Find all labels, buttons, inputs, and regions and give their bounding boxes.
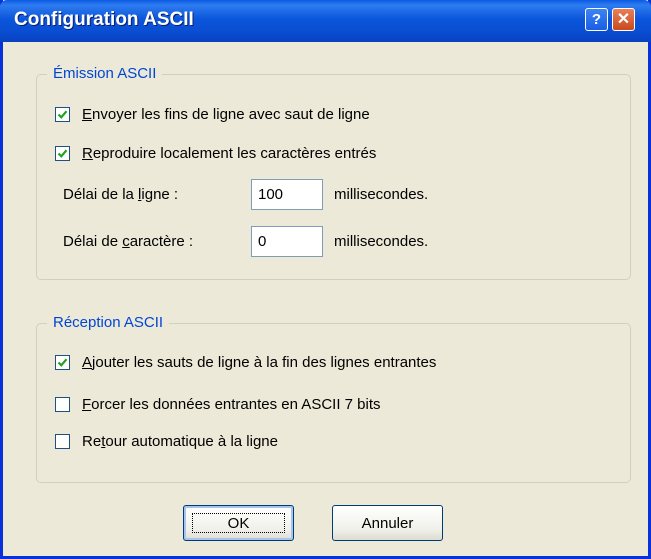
append-line-feeds-checkbox[interactable] — [55, 355, 70, 370]
char-delay-label: Délai de caractère : — [63, 233, 194, 250]
wrap-lines-option[interactable]: Retour automatique à la ligne — [55, 433, 278, 450]
focus-ring — [192, 513, 285, 533]
force-7bit-checkbox[interactable] — [55, 397, 70, 412]
window-title: Configuration ASCII — [14, 9, 194, 30]
force-7bit-label: Forcer les données entrantes en ASCII 7 … — [82, 396, 381, 413]
wrap-lines-label: Retour automatique à la ligne — [82, 433, 278, 450]
send-line-ends-checkbox[interactable] — [55, 107, 70, 122]
cancel-button[interactable]: Annuler — [332, 505, 443, 541]
local-echo-checkbox[interactable] — [55, 146, 70, 161]
ok-button[interactable]: OK — [183, 505, 294, 541]
help-button[interactable]: ? — [585, 8, 608, 31]
cancel-button-label: Annuler — [361, 514, 414, 532]
emission-group-legend: Émission ASCII — [47, 65, 163, 82]
append-line-feeds-option[interactable]: Ajouter les sauts de ligne à la fin des … — [55, 354, 436, 371]
close-icon: ✕ — [616, 11, 631, 28]
local-echo-label: Reproduire localement les caractères ent… — [82, 145, 377, 162]
line-delay-label: Délai de la ligne : — [63, 186, 179, 203]
check-mark-icon — [57, 358, 68, 367]
reception-group-legend: Réception ASCII — [47, 314, 170, 331]
check-mark-icon — [57, 110, 68, 119]
char-delay-unit: millisecondes. — [334, 233, 429, 250]
append-line-feeds-label: Ajouter les sauts de ligne à la fin des … — [82, 354, 437, 371]
check-mark-icon — [57, 149, 68, 158]
force-7bit-option[interactable]: Forcer les données entrantes en ASCII 7 … — [55, 396, 381, 413]
line-delay-input[interactable]: 100 — [251, 179, 323, 210]
send-line-ends-label: Envoyer les fins de ligne avec saut de l… — [82, 106, 370, 123]
wrap-lines-checkbox[interactable] — [55, 434, 70, 449]
char-delay-input[interactable]: 0 — [251, 226, 323, 257]
local-echo-option[interactable]: Reproduire localement les caractères ent… — [55, 145, 376, 162]
line-delay-unit: millisecondes. — [334, 186, 429, 203]
send-line-ends-option[interactable]: Envoyer les fins de ligne avec saut de l… — [55, 106, 370, 123]
help-icon: ? — [591, 11, 602, 28]
close-button[interactable]: ✕ — [612, 8, 635, 31]
ascii-config-dialog: Configuration ASCII ? ✕ Émission ASCII E… — [0, 0, 651, 559]
title-bar[interactable]: Configuration ASCII ? ✕ — [0, 0, 651, 42]
